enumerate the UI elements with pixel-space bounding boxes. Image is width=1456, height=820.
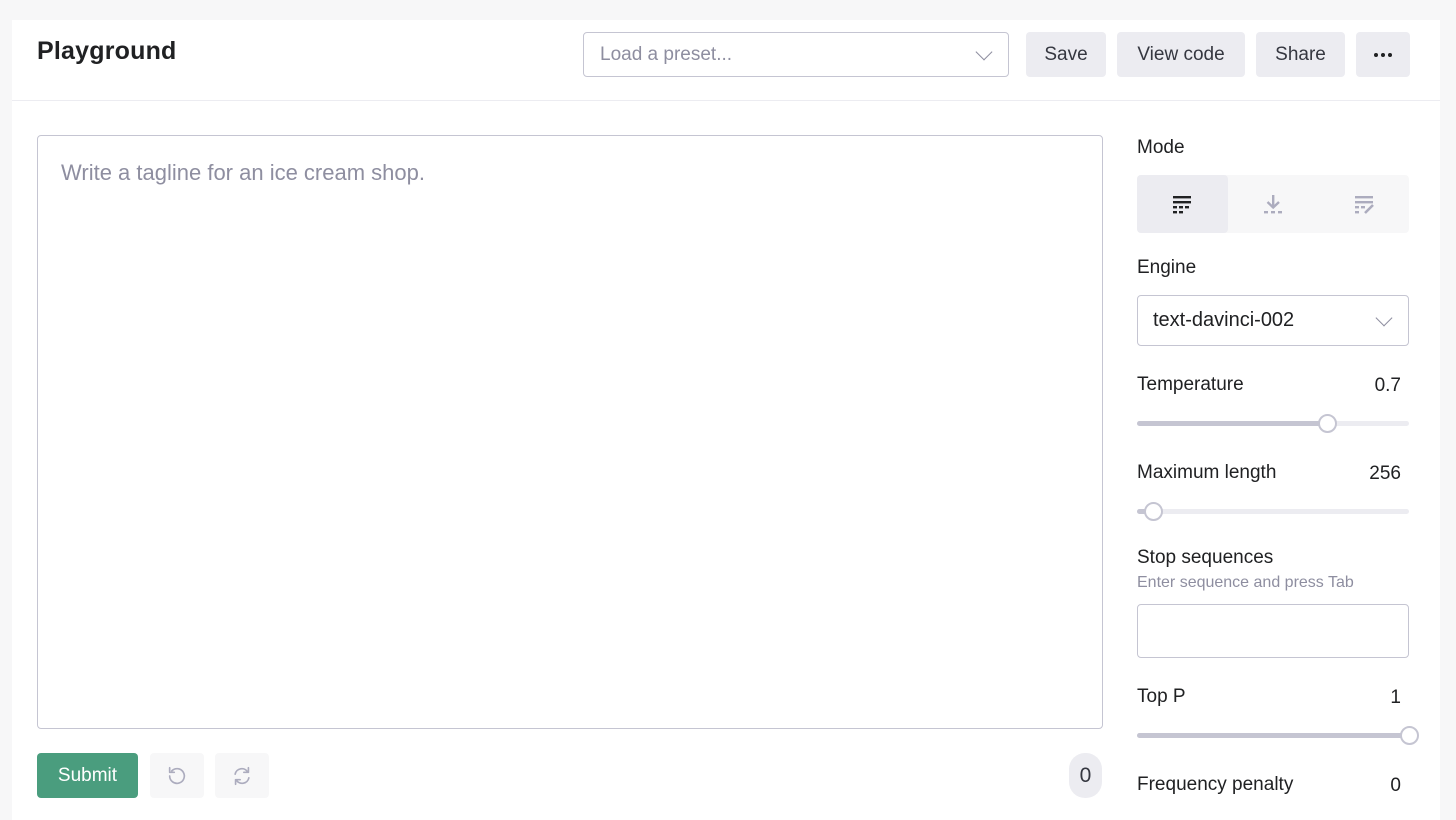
top-p-label: Top P (1137, 686, 1186, 707)
slider-thumb[interactable] (1143, 502, 1163, 521)
undo-button[interactable] (150, 753, 204, 798)
preset-select[interactable]: Load a preset... (583, 32, 1009, 77)
view-code-button[interactable]: View code (1117, 32, 1245, 77)
mode-selector (1137, 175, 1409, 233)
top-p-slider[interactable] (1137, 725, 1419, 745)
header: Playground Load a preset... Save View co… (12, 20, 1440, 101)
token-count-badge: 0 (1069, 753, 1102, 798)
chevron-down-icon (975, 43, 993, 60)
undo-icon (168, 766, 186, 784)
refresh-icon (234, 766, 250, 785)
temperature-value: 0.7 (1374, 375, 1401, 396)
slider-track (1137, 509, 1409, 514)
slider-thumb[interactable] (1317, 414, 1337, 433)
stop-sequences-input[interactable] (1137, 604, 1409, 658)
engine-select[interactable]: text-davinci-002 (1137, 295, 1409, 346)
submit-button[interactable]: Submit (37, 753, 138, 798)
save-button[interactable]: Save (1026, 32, 1106, 77)
stop-sequences-hint: Enter sequence and press Tab (1137, 574, 1354, 591)
complete-mode-icon (1173, 196, 1192, 214)
page-title: Playground (37, 37, 177, 65)
ellipsis-icon (1374, 52, 1392, 57)
chevron-down-icon (1375, 309, 1393, 326)
playground-panel: Playground Load a preset... Save View co… (12, 20, 1440, 820)
share-button[interactable]: Share (1256, 32, 1345, 77)
frequency-penalty-value: 0 (1390, 775, 1401, 796)
edit-mode-icon (1354, 196, 1374, 214)
temperature-slider[interactable] (1137, 413, 1409, 433)
mode-label: Mode (1137, 137, 1185, 158)
prompt-textarea[interactable] (37, 135, 1103, 729)
preset-placeholder: Load a preset... (600, 43, 733, 65)
top-p-value: 1 (1390, 687, 1401, 708)
max-length-value: 256 (1369, 463, 1401, 484)
stop-sequences-label: Stop sequences (1137, 547, 1274, 568)
slider-thumb[interactable] (1399, 726, 1419, 745)
slider-fill (1137, 733, 1409, 738)
frequency-penalty-label: Frequency penalty (1137, 774, 1294, 795)
engine-label: Engine (1137, 257, 1197, 278)
insert-mode-icon (1264, 195, 1282, 214)
mode-complete-button[interactable] (1137, 175, 1228, 233)
max-length-label: Maximum length (1137, 462, 1277, 483)
regenerate-button[interactable] (215, 753, 269, 798)
mode-edit-button[interactable] (1318, 175, 1409, 233)
mode-insert-button[interactable] (1228, 175, 1319, 233)
max-length-slider[interactable] (1137, 501, 1409, 521)
slider-fill (1137, 421, 1328, 426)
engine-value: text-davinci-002 (1153, 309, 1295, 331)
more-options-button[interactable] (1356, 32, 1410, 77)
temperature-label: Temperature (1137, 374, 1244, 395)
